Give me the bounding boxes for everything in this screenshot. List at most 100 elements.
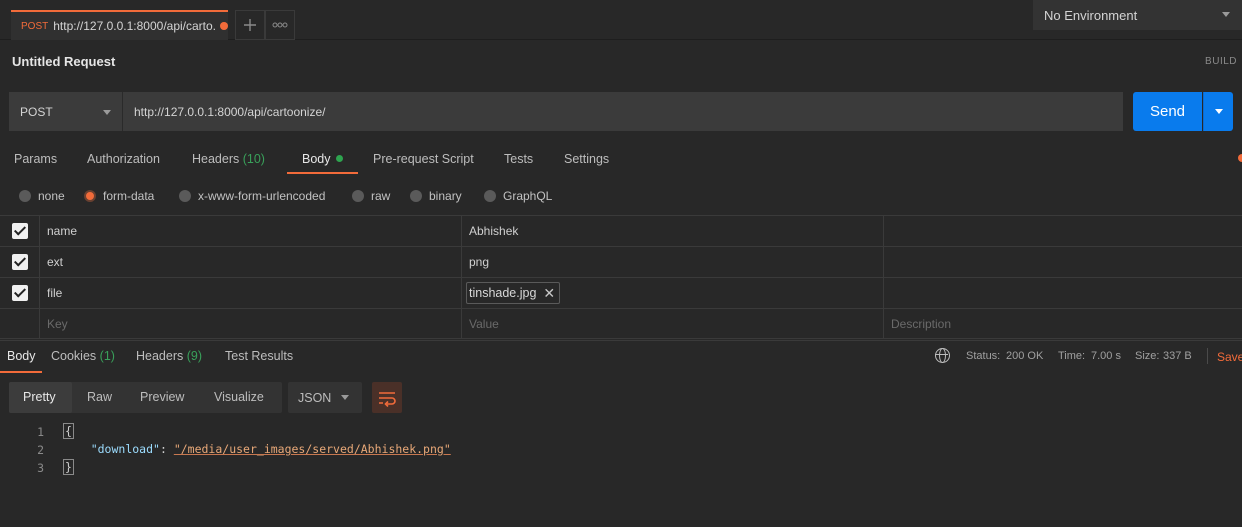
description-cell[interactable] bbox=[884, 278, 1242, 308]
json-key: "download" bbox=[90, 442, 160, 456]
language-select[interactable]: JSON bbox=[288, 382, 362, 413]
request-tabs: Params Authorization Headers (10) Body P… bbox=[0, 146, 1242, 174]
value-cell[interactable]: tinshade.jpg ✕ bbox=[462, 278, 884, 308]
time-value[interactable]: 7.00 s bbox=[1091, 350, 1121, 362]
status-label: Status: bbox=[966, 350, 1001, 362]
method-select[interactable]: POST bbox=[9, 92, 123, 131]
radio-circle-icon bbox=[484, 190, 496, 202]
response-tab-cookies[interactable]: Cookies (1) bbox=[51, 349, 115, 363]
radio-binary-label: binary bbox=[429, 189, 462, 203]
close-icon[interactable]: ✕ bbox=[543, 285, 555, 302]
description-cell[interactable] bbox=[884, 247, 1242, 277]
value-placeholder[interactable]: Value bbox=[462, 309, 884, 339]
response-tab-cookies-label: Cookies bbox=[51, 349, 97, 363]
pretty-button[interactable]: Pretty bbox=[23, 390, 56, 404]
radio-graphql[interactable]: GraphQL bbox=[484, 189, 552, 203]
radio-raw-label: raw bbox=[371, 189, 391, 203]
description-placeholder[interactable]: Description bbox=[884, 309, 1242, 339]
unsaved-dot-icon bbox=[220, 22, 228, 30]
open-brace: { bbox=[63, 423, 74, 439]
key-cell[interactable]: ext bbox=[40, 247, 462, 277]
radio-circle-icon bbox=[410, 190, 422, 202]
radio-urlencoded-label: x-www-form-urlencoded bbox=[198, 189, 326, 203]
line-number: 2 bbox=[37, 443, 44, 457]
radio-form-data[interactable]: form-data bbox=[84, 189, 154, 203]
key-cell[interactable]: name bbox=[40, 216, 462, 246]
value-cell[interactable]: Abhishek bbox=[462, 216, 884, 246]
json-value-link[interactable]: "/media/user_images/served/Abhishek.png" bbox=[174, 442, 451, 456]
response-tab-headers-label: Headers bbox=[136, 349, 184, 363]
send-options-button[interactable] bbox=[1203, 92, 1233, 131]
language-label: JSON bbox=[298, 390, 332, 405]
tab-settings[interactable]: Settings bbox=[564, 152, 609, 166]
wrap-lines-icon bbox=[379, 391, 396, 407]
tab-headers-count: (10) bbox=[242, 152, 265, 166]
tab-tests[interactable]: Tests bbox=[504, 152, 533, 166]
globe-icon[interactable] bbox=[935, 348, 950, 363]
radio-none[interactable]: none bbox=[19, 189, 65, 203]
response-tab-headers-count: (9) bbox=[186, 349, 203, 363]
form-data-table: name Abhishek ext png file tinshade.jpg ✕… bbox=[0, 215, 1242, 339]
tab-headers-label: Headers bbox=[192, 152, 240, 166]
url-value: http://127.0.0.1:8000/api/cartoonize/ bbox=[134, 104, 326, 119]
radio-circle-icon bbox=[19, 190, 31, 202]
environment-select[interactable]: No Environment bbox=[1033, 0, 1242, 30]
save-response-button[interactable]: Save bbox=[1217, 350, 1242, 364]
visualize-button[interactable]: Visualize bbox=[214, 390, 264, 404]
description-cell[interactable] bbox=[884, 216, 1242, 246]
radio-none-label: none bbox=[38, 189, 65, 203]
more-tabs-button[interactable] bbox=[265, 10, 295, 40]
row-checkbox[interactable] bbox=[0, 216, 40, 246]
response-tab-test-results[interactable]: Test Results bbox=[225, 349, 293, 363]
raw-button[interactable]: Raw bbox=[87, 390, 112, 404]
tab-headers[interactable]: Headers (10) bbox=[192, 152, 265, 166]
radio-circle-icon bbox=[179, 190, 191, 202]
active-response-tab-indicator bbox=[0, 371, 42, 373]
row-checkbox[interactable] bbox=[0, 247, 40, 277]
method-label: POST bbox=[20, 104, 53, 119]
table-row-new: Key Value Description bbox=[0, 308, 1242, 339]
tab-body-label: Body bbox=[302, 152, 331, 166]
radio-raw[interactable]: raw bbox=[352, 189, 390, 203]
send-button[interactable]: Send bbox=[1133, 92, 1202, 131]
tab-prerequest-script[interactable]: Pre-request Script bbox=[373, 152, 474, 166]
tab-params[interactable]: Params bbox=[14, 152, 57, 166]
row-checkbox-empty bbox=[0, 309, 40, 339]
ellipsis-icon bbox=[272, 22, 288, 28]
build-mode-label[interactable]: BUILD bbox=[1205, 56, 1237, 67]
radio-graphql-label: GraphQL bbox=[503, 189, 553, 203]
cookies-dot-icon bbox=[1238, 154, 1242, 162]
radio-urlencoded[interactable]: x-www-form-urlencoded bbox=[179, 189, 325, 203]
row-checkbox[interactable] bbox=[0, 278, 40, 308]
time-label: Time: bbox=[1058, 350, 1086, 362]
request-title[interactable]: Untitled Request bbox=[12, 54, 115, 69]
file-chip[interactable]: tinshade.jpg ✕ bbox=[466, 282, 561, 304]
url-input[interactable]: http://127.0.0.1:8000/api/cartoonize/ bbox=[123, 92, 1123, 131]
status-value[interactable]: 200 OK bbox=[1006, 350, 1043, 362]
radio-selected-icon bbox=[84, 190, 96, 202]
wrap-lines-button[interactable] bbox=[372, 382, 402, 413]
new-tab-button[interactable] bbox=[235, 10, 265, 40]
environment-label: No Environment bbox=[1044, 7, 1138, 23]
active-tab-indicator bbox=[287, 172, 358, 174]
response-tab-body[interactable]: Body bbox=[7, 349, 36, 363]
size-label: Size: bbox=[1135, 350, 1160, 362]
key-placeholder[interactable]: Key bbox=[40, 309, 462, 339]
plus-icon bbox=[244, 19, 256, 31]
tab-body[interactable]: Body bbox=[302, 152, 343, 166]
close-brace: } bbox=[63, 459, 74, 475]
preview-button[interactable]: Preview bbox=[140, 390, 184, 404]
table-row: file tinshade.jpg ✕ bbox=[0, 277, 1242, 308]
response-tab-headers[interactable]: Headers (9) bbox=[136, 349, 202, 363]
key-cell[interactable]: file bbox=[40, 278, 462, 308]
radio-circle-icon bbox=[352, 190, 364, 202]
value-cell[interactable]: png bbox=[462, 247, 884, 277]
line-number: 1 bbox=[37, 425, 44, 439]
file-name: tinshade.jpg bbox=[469, 286, 537, 300]
request-tab-url: http://127.0.0.1:8000/api/carto... bbox=[53, 19, 217, 33]
request-tab[interactable]: POST http://127.0.0.1:8000/api/carto... bbox=[11, 10, 228, 40]
size-value[interactable]: 337 B bbox=[1163, 350, 1192, 362]
radio-binary[interactable]: binary bbox=[410, 189, 462, 203]
tab-authorization[interactable]: Authorization bbox=[87, 152, 160, 166]
line-number: 3 bbox=[37, 461, 44, 475]
